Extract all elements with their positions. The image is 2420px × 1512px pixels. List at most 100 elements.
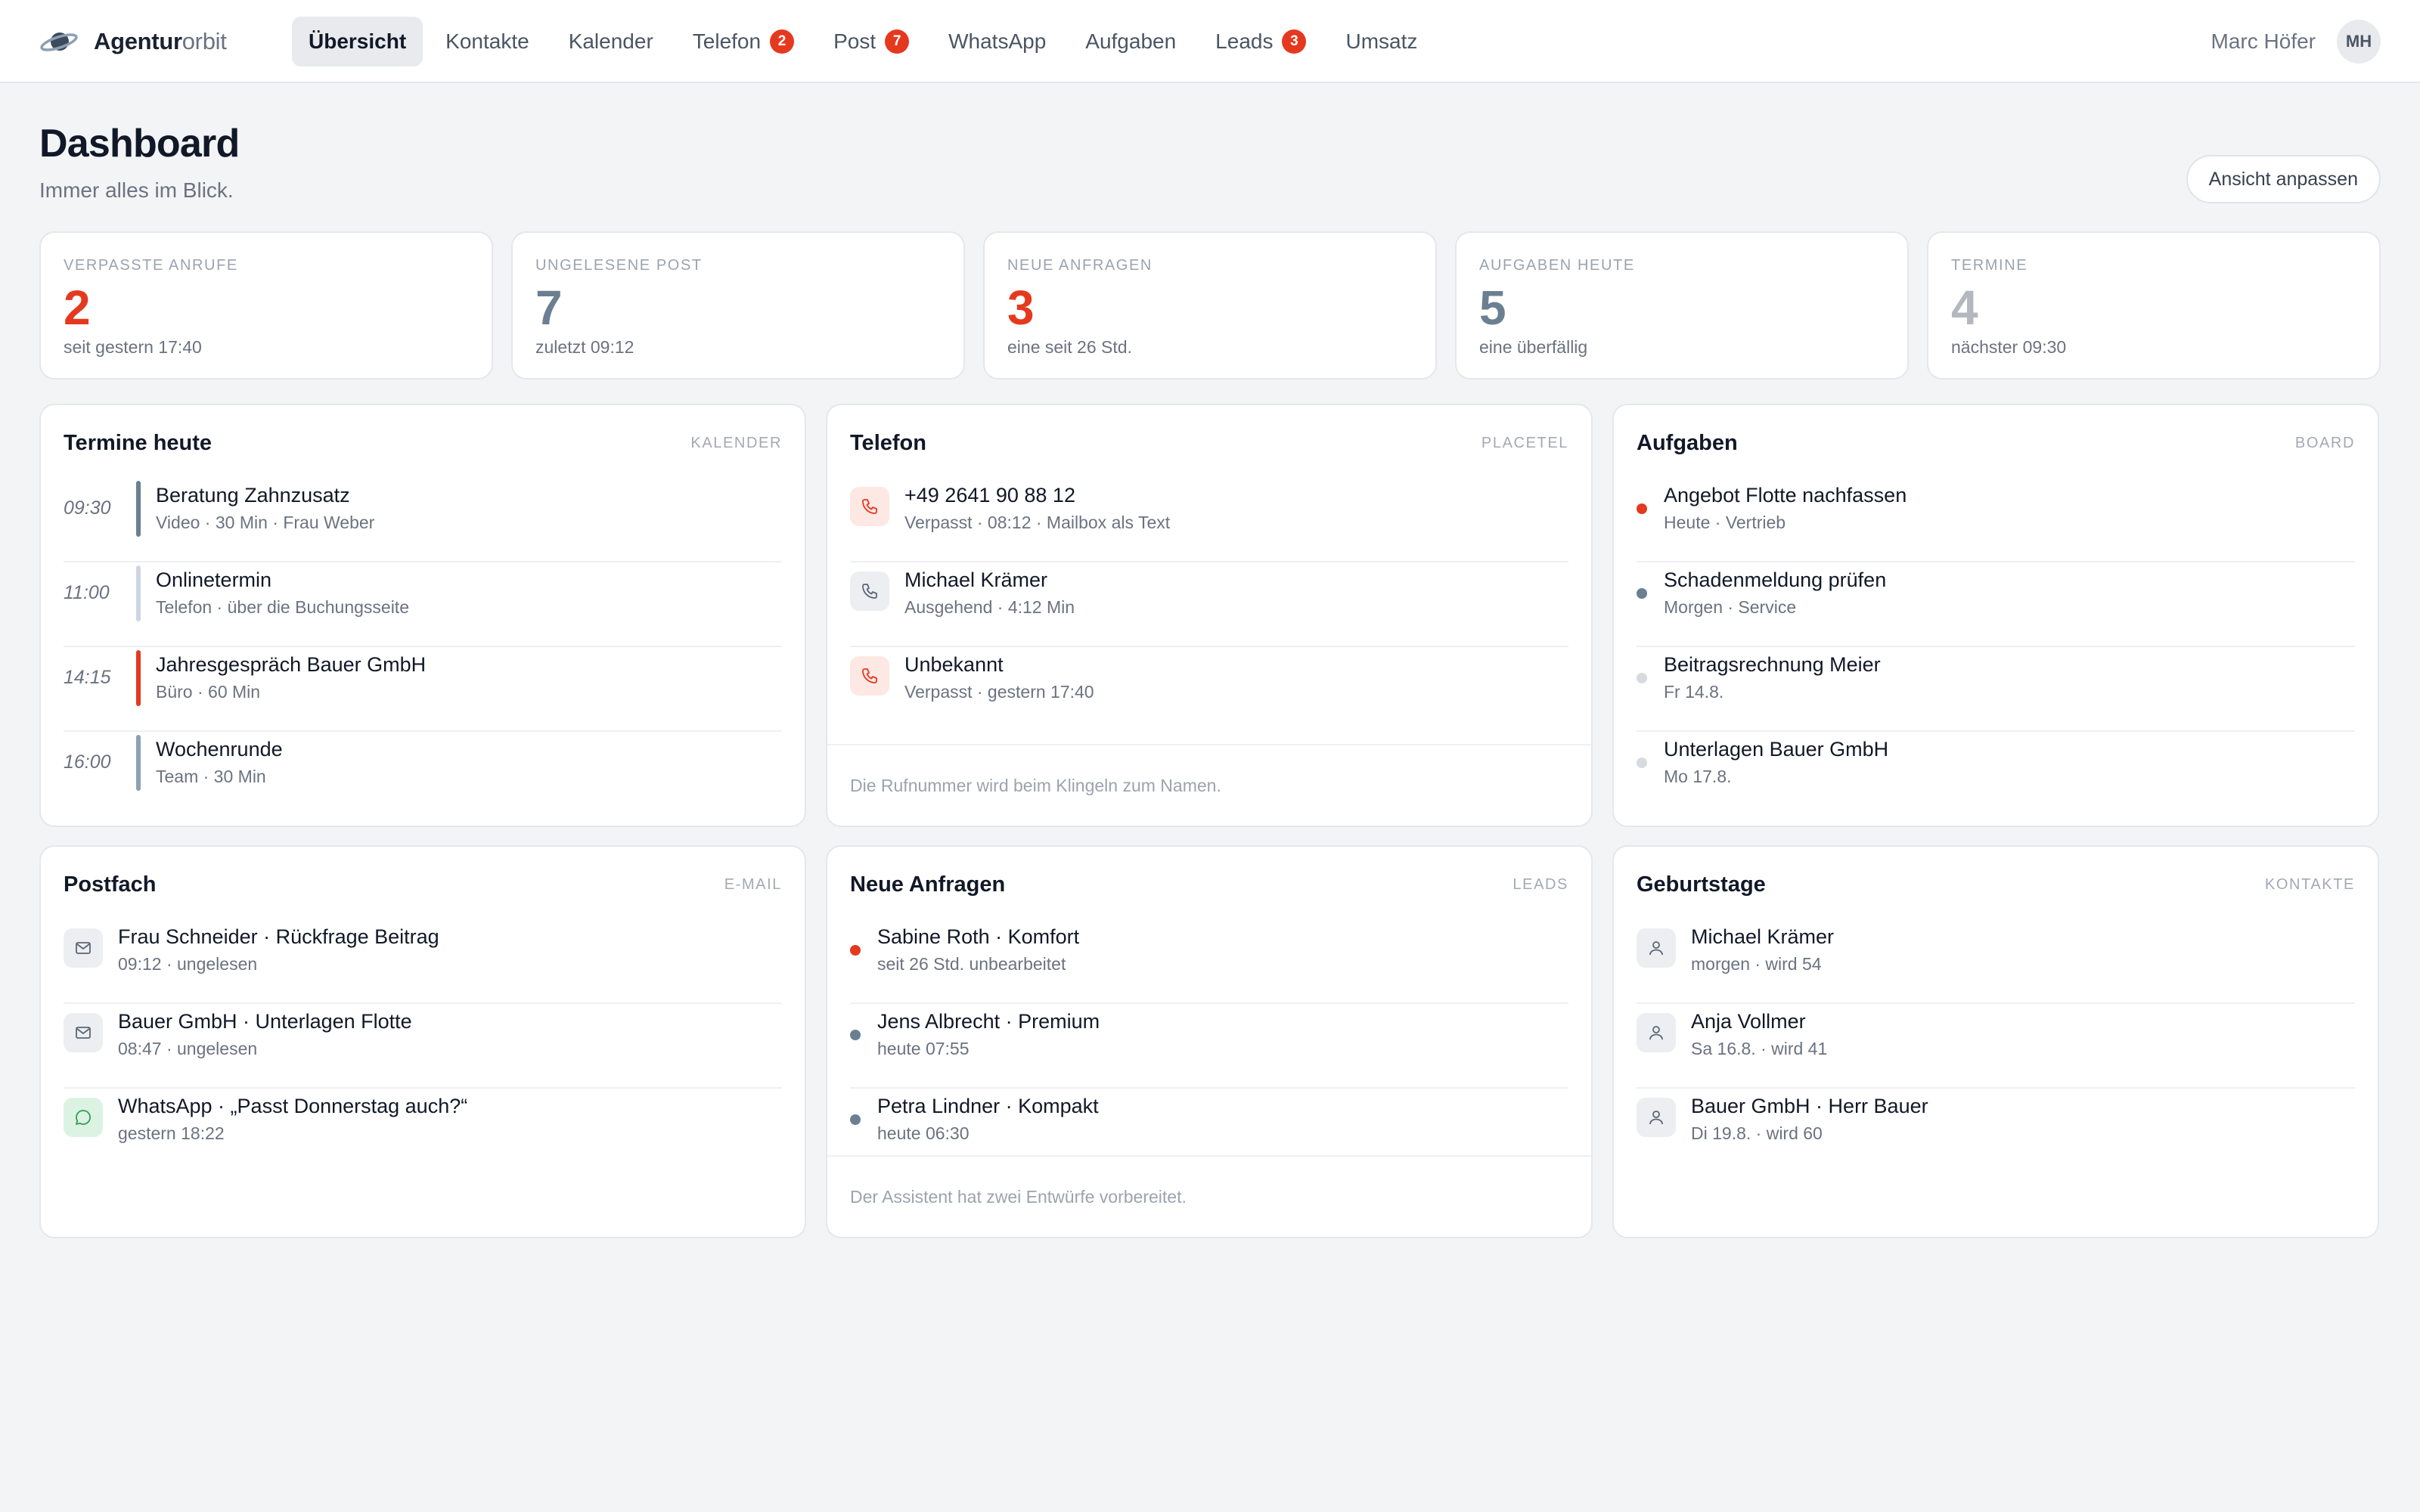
list-item[interactable]: Bauer GmbH · Herr Bauer Di 19.8. · wird 6… xyxy=(1637,1089,2355,1173)
list-item[interactable]: Beitragsrechnung Meier Fr 14.8. xyxy=(1637,647,2355,732)
stat-cards: Verpasste Anrufe 2 seit gestern 17:40 Ungel… xyxy=(39,231,2381,380)
item-subtitle: Telefon · über die Buchungsseite xyxy=(156,597,409,617)
item-title: Unbekannt xyxy=(904,653,1004,676)
list-item[interactable]: Jens Albrecht · Premium heute 07:55 xyxy=(850,1004,1568,1089)
panel-source-link[interactable]: Kalender xyxy=(690,435,782,452)
item-title: Frau Schneider · Rückfrage Beitrag xyxy=(118,925,439,948)
item-title: Bauer GmbH · Unterlagen Flotte xyxy=(118,1010,412,1033)
list-item[interactable]: 16:00 Wochenrunde Team · 30 Min xyxy=(64,732,782,816)
status-dot xyxy=(850,945,861,956)
nav-tab-label: WhatsApp xyxy=(948,29,1047,53)
list-item[interactable]: Anja Vollmer Sa 16.8. · wird 41 xyxy=(1637,1004,2355,1089)
panel-title: Postfach xyxy=(64,872,157,897)
stat-label: Ungelesene Post xyxy=(535,257,703,274)
person-icon xyxy=(1637,928,1676,968)
item-subtitle: Sa 16.8. · wird 41 xyxy=(1691,1039,1828,1058)
item-title: Michael Krämer xyxy=(1691,925,1835,948)
appointment-color-bar xyxy=(136,735,141,791)
list-item[interactable]: Sabine Roth · Komfort seit 26 Std. unbear… xyxy=(850,919,1568,1004)
nav-tab-label: Telefon xyxy=(692,29,762,53)
list-item[interactable]: Michael Krämer morgen · wird 54 xyxy=(1637,919,2355,1004)
chat-bubble-icon xyxy=(64,1098,103,1137)
status-dot xyxy=(1637,673,1647,683)
planet-logo-icon xyxy=(40,33,78,51)
list-item[interactable]: 11:00 Onlinetermin Telefon · über die Buch… xyxy=(64,562,782,647)
item-subtitle: 08:47 · ungelesen xyxy=(118,1039,258,1058)
nav-tab-whatsapp[interactable]: WhatsApp xyxy=(932,17,1063,67)
panel-source-link[interactable]: Leads xyxy=(1512,876,1568,894)
nav-tab-post[interactable]: Post 7 xyxy=(817,17,926,67)
item-subtitle: Heute · Vertrieb xyxy=(1664,513,1786,532)
nav-tab-übersicht[interactable]: Übersicht xyxy=(292,17,424,67)
notification-badge: 3 xyxy=(1282,29,1307,54)
mail-icon xyxy=(64,928,103,968)
stat-card[interactable]: Neue Anfragen 3 eine seit 26 Std. xyxy=(983,231,1437,380)
stat-note: seit gestern 17:40 xyxy=(64,337,202,357)
list-item[interactable]: Frau Schneider · Rückfrage Beitrag 09:12 … xyxy=(64,919,782,1004)
brand[interactable]: Agenturorbit xyxy=(39,23,227,60)
appointment-color-bar xyxy=(136,565,141,621)
panel-source-link[interactable]: Placetel xyxy=(1481,435,1568,452)
item-subtitle: morgen · wird 54 xyxy=(1691,954,1822,974)
panel-title: Aufgaben xyxy=(1637,430,1738,455)
item-subtitle: Di 19.8. · wird 60 xyxy=(1691,1123,1823,1143)
list-item[interactable]: Unterlagen Bauer GmbH Mo 17.8. xyxy=(1637,732,2355,816)
avatar[interactable]: MH xyxy=(2337,20,2381,64)
list-item[interactable]: Unbekannt Verpasst · gestern 17:40 xyxy=(850,647,1568,732)
birthdays-panel: Geburtstage Kontakte Michael Krämer morge… xyxy=(1612,845,2379,1238)
stat-label: Neue Anfragen xyxy=(1007,257,1153,274)
panel-title: Telefon xyxy=(850,430,926,455)
stat-card[interactable]: Verpasste Anrufe 2 seit gestern 17:40 xyxy=(39,231,493,380)
item-title: Angebot Flotte nachfassen xyxy=(1664,484,1907,507)
item-subtitle: 09:12 · ungelesen xyxy=(118,954,258,974)
list-item[interactable]: Angebot Flotte nachfassen Heute · Vertrie… xyxy=(1637,478,2355,562)
leads-panel: Neue Anfragen Leads Sabine Roth · Komfor… xyxy=(826,845,1593,1238)
phone-missed-icon xyxy=(850,656,889,696)
list-item[interactable]: 09:30 Beratung Zahnzusatz Video · 30 Min ·… xyxy=(64,478,782,562)
item-subtitle: Mo 17.8. xyxy=(1664,767,1732,786)
item-subtitle: Verpasst · 08:12 · Mailbox als Text xyxy=(904,513,1171,532)
phone-panel: Telefon Placetel +49 2641 90 88 12 Verpas… xyxy=(826,404,1593,827)
nav-tab-kalender[interactable]: Kalender xyxy=(552,17,670,67)
nav-tab-umsatz[interactable]: Umsatz xyxy=(1329,17,1434,67)
stat-card[interactable]: Aufgaben heute 5 eine überfällig xyxy=(1455,231,1909,380)
item-subtitle: Ausgehend · 4:12 Min xyxy=(904,597,1075,617)
panel-source-link[interactable]: Kontakte xyxy=(2265,876,2355,894)
nav-tab-aufgaben[interactable]: Aufgaben xyxy=(1069,17,1193,67)
tasks-panel: Aufgaben Board Angebot Flotte nachfassen… xyxy=(1612,404,2379,827)
stat-value: 7 xyxy=(535,280,563,335)
user-menu[interactable]: Marc Höfer MH xyxy=(2211,20,2381,64)
nav-tab-label: Aufgaben xyxy=(1085,29,1177,53)
panel-source-link[interactable]: E-Mail xyxy=(724,876,782,894)
customize-view-button[interactable]: Ansicht anpassen xyxy=(2186,155,2381,203)
nav-tab-telefon[interactable]: Telefon 2 xyxy=(676,17,811,67)
stat-note: eine seit 26 Std. xyxy=(1007,337,1132,357)
item-title: Schadenmeldung prüfen xyxy=(1664,569,1887,591)
list-item[interactable]: +49 2641 90 88 12 Verpasst · 08:12 · Mail… xyxy=(850,478,1568,562)
stat-value: 3 xyxy=(1007,280,1035,335)
nav-tab-kontakte[interactable]: Kontakte xyxy=(429,17,546,67)
stat-value: 5 xyxy=(1479,280,1506,335)
nav-tab-leads[interactable]: Leads 3 xyxy=(1199,17,1323,67)
item-title: +49 2641 90 88 12 xyxy=(904,484,1075,507)
item-title: Beratung Zahnzusatz xyxy=(156,484,350,507)
item-subtitle: heute 06:30 xyxy=(877,1123,970,1143)
item-subtitle: seit 26 Std. unbearbeitet xyxy=(877,954,1066,974)
appointments-panel: Termine heute Kalender 09:30 Beratung Zah… xyxy=(39,404,806,827)
list-item[interactable]: 14:15 Jahresgespräch Bauer GmbH Büro · 60 … xyxy=(64,647,782,732)
nav-tab-label: Übersicht xyxy=(309,29,407,53)
stat-card[interactable]: Termine 4 nächster 09:30 xyxy=(1927,231,2381,380)
appointment-time: 09:30 xyxy=(64,497,111,519)
stat-note: eine überfällig xyxy=(1479,337,1588,357)
list-item[interactable]: Bauer GmbH · Unterlagen Flotte 08:47 · un… xyxy=(64,1004,782,1089)
list-item[interactable]: Schadenmeldung prüfen Morgen · Service xyxy=(1637,562,2355,647)
item-title: Jahresgespräch Bauer GmbH xyxy=(156,653,427,676)
stat-card[interactable]: Ungelesene Post 7 zuletzt 09:12 xyxy=(511,231,965,380)
panel-footer-note: Die Rufnummer wird beim Klingeln zum Nam… xyxy=(827,744,1591,826)
nav-tab-label: Leads xyxy=(1215,29,1274,53)
nav-tab-label: Kontakte xyxy=(445,29,529,53)
stat-label: Aufgaben heute xyxy=(1479,257,1635,274)
list-item[interactable]: Michael Krämer Ausgehend · 4:12 Min xyxy=(850,562,1568,647)
list-item[interactable]: WhatsApp · „Passt Donnerstag auch?“ geste… xyxy=(64,1089,782,1173)
panel-source-link[interactable]: Board xyxy=(2295,435,2355,452)
